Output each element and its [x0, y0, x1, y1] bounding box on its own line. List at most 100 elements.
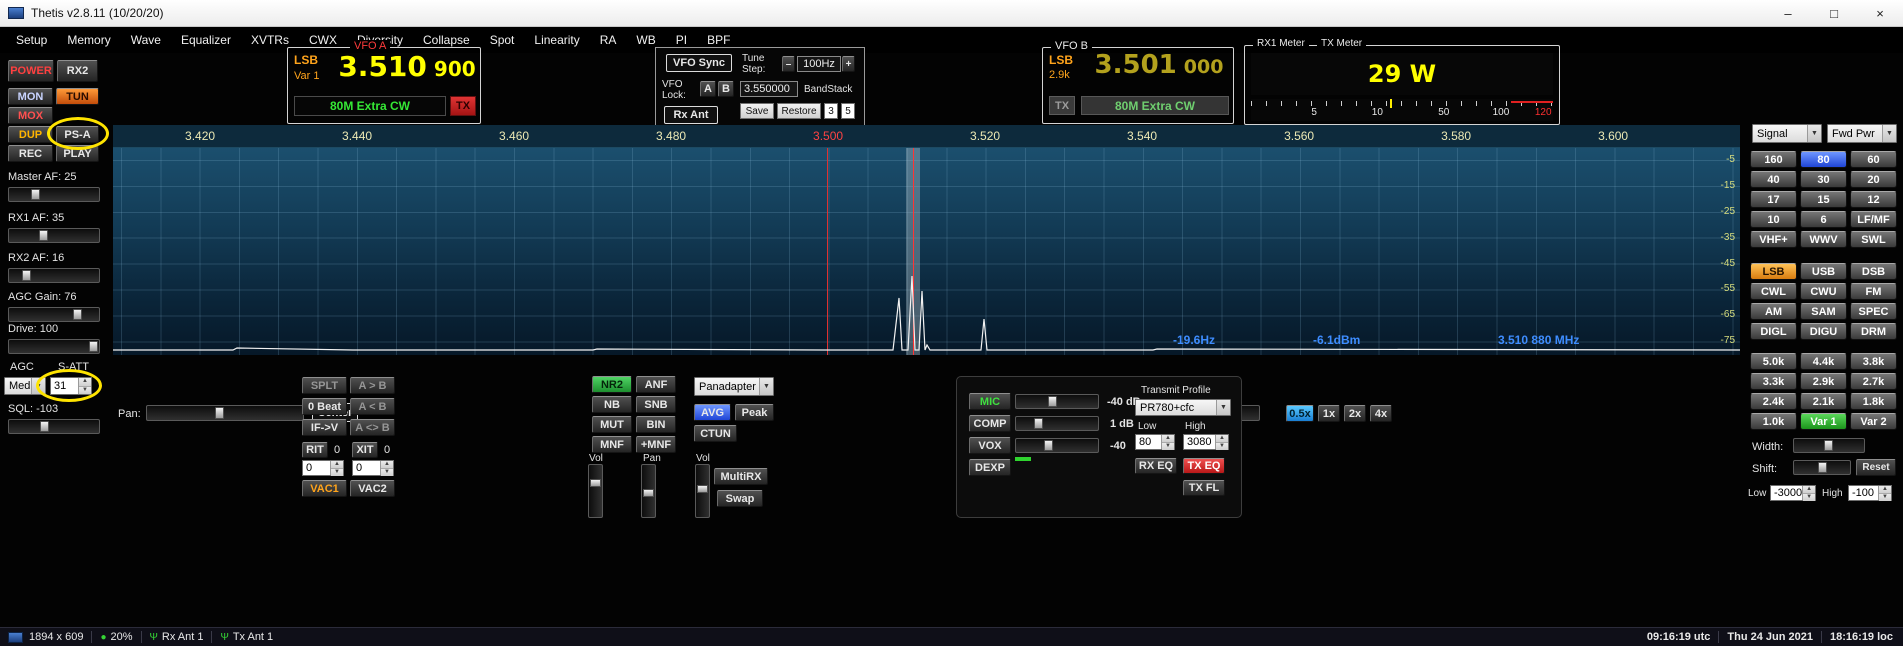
play-button[interactable]: PLAY — [56, 145, 99, 162]
rx-meter-dropdown[interactable]: Signal ▼ — [1752, 124, 1822, 143]
vfo-b-frequency[interactable]: 3.501 000 — [1089, 50, 1229, 92]
spin-up-icon[interactable]: ▲ — [1879, 486, 1891, 494]
bandstack-save-button[interactable]: Save — [740, 103, 774, 119]
band-12-button[interactable]: 12 — [1850, 191, 1897, 208]
zoom-4x-button[interactable]: 4x — [1370, 405, 1392, 422]
mode-am-button[interactable]: AM — [1750, 303, 1797, 320]
menu-setup[interactable]: Setup — [6, 27, 57, 53]
spin-up-icon[interactable]: ▲ — [1162, 435, 1174, 443]
a-to-b-button[interactable]: A > B — [350, 377, 395, 394]
dexp-button[interactable]: DEXP — [969, 459, 1011, 476]
power-button[interactable]: POWER — [8, 60, 54, 82]
panadapter-display[interactable]: -5 -15 -25 -35 -45 -55 -65 -75 -19.6Hz -… — [113, 148, 1740, 355]
close-button[interactable]: × — [1857, 0, 1903, 26]
bandstack-restore-button[interactable]: Restore — [777, 103, 821, 119]
mnf-button[interactable]: MNF — [592, 436, 632, 453]
a-swap-b-button[interactable]: A <> B — [350, 419, 395, 436]
band-15-button[interactable]: 15 — [1800, 191, 1847, 208]
spin-down-icon[interactable]: ▼ — [1803, 494, 1815, 501]
multirx-button[interactable]: MultiRX — [714, 468, 768, 485]
mode-drm-button[interactable]: DRM — [1850, 323, 1897, 340]
zoom-05x-button[interactable]: 0.5x — [1286, 405, 1314, 422]
band-swl-button[interactable]: SWL — [1850, 231, 1897, 248]
rx2-button[interactable]: RX2 — [57, 60, 98, 82]
menu-wave[interactable]: Wave — [121, 27, 171, 53]
audio-pan-slider[interactable] — [641, 464, 656, 518]
filter-33k-button[interactable]: 3.3k — [1750, 373, 1797, 390]
zoom-2x-button[interactable]: 2x — [1344, 405, 1366, 422]
rx2-af-slider[interactable] — [8, 268, 100, 283]
vac2-button[interactable]: VAC2 — [350, 480, 395, 497]
vfo-lock-a-button[interactable]: A — [700, 81, 716, 97]
band-17-button[interactable]: 17 — [1750, 191, 1797, 208]
rx-antenna-readout[interactable]: Rx Ant 1 — [162, 631, 204, 643]
mic-slider[interactable] — [1015, 394, 1099, 409]
vol2-slider[interactable] — [695, 464, 710, 518]
tune-step-plus-button[interactable]: + — [842, 56, 855, 72]
filter-24k-button[interactable]: 2.4k — [1750, 393, 1797, 410]
mode-usb-button[interactable]: USB — [1800, 263, 1847, 280]
psa-button[interactable]: PS-A — [56, 126, 99, 143]
tune-step-minus-button[interactable]: – — [782, 56, 795, 72]
vox-button[interactable]: VOX — [969, 437, 1011, 454]
vox-slider[interactable] — [1015, 438, 1099, 453]
shift-reset-button[interactable]: Reset — [1856, 459, 1896, 476]
plus-mnf-button[interactable]: +MNF — [636, 436, 676, 453]
vfo-a-tx-indicator[interactable]: TX — [450, 96, 476, 116]
spin-up-icon[interactable]: ▲ — [79, 378, 91, 387]
vac1-button[interactable]: VAC1 — [302, 480, 347, 497]
zoom-1x-button[interactable]: 1x — [1318, 405, 1340, 422]
bin-button[interactable]: BIN — [636, 416, 676, 433]
master-af-slider-thumb[interactable] — [31, 189, 40, 200]
mode-spec-button[interactable]: SPEC — [1850, 303, 1897, 320]
xit-spinner[interactable]: 0 ▲ ▼ — [352, 460, 394, 476]
vox-slider-thumb[interactable] — [1044, 440, 1053, 451]
nb-button[interactable]: NB — [592, 396, 632, 413]
tx-fl-button[interactable]: TX FL — [1183, 480, 1225, 496]
pan-slider-thumb[interactable] — [215, 407, 224, 419]
filter-high-spinner[interactable]: -100 ▲ ▼ — [1848, 485, 1892, 501]
filter-1k-button[interactable]: 1.0k — [1750, 413, 1797, 430]
filter-low-arrows[interactable]: ▲ ▼ — [1802, 486, 1815, 501]
filter-5k-button[interactable]: 5.0k — [1750, 353, 1797, 370]
xit-button[interactable]: XIT — [352, 442, 378, 458]
tx-low-spinner[interactable]: 80 ▲ ▼ — [1135, 434, 1175, 450]
rx1-af-slider[interactable] — [8, 228, 100, 243]
band-lfmf-button[interactable]: LF/MF — [1850, 211, 1897, 228]
mon-button[interactable]: MON — [8, 88, 53, 105]
anf-button[interactable]: ANF — [636, 376, 676, 393]
filter-low-spinner[interactable]: -3000 ▲ ▼ — [1770, 485, 1816, 501]
avg-button[interactable]: AVG — [694, 404, 731, 421]
drive-slider[interactable] — [8, 339, 100, 354]
filter-var1-button[interactable]: Var 1 — [1800, 413, 1847, 430]
width-slider[interactable] — [1793, 438, 1865, 453]
band-160-button[interactable]: 160 — [1750, 151, 1797, 168]
rec-button[interactable]: REC — [8, 145, 53, 162]
master-af-slider[interactable] — [8, 187, 100, 202]
spin-down-icon[interactable]: ▼ — [331, 469, 343, 476]
band-10-button[interactable]: 10 — [1750, 211, 1797, 228]
band-6-button[interactable]: 6 — [1800, 211, 1847, 228]
mic-button[interactable]: MIC — [969, 393, 1011, 410]
zero-beat-button[interactable]: 0 Beat — [302, 398, 347, 415]
sql-slider[interactable] — [8, 419, 100, 434]
maximize-button[interactable]: □ — [1811, 0, 1857, 26]
display-mode-dropdown[interactable]: Panadapter ▼ — [694, 377, 774, 396]
tx-low-arrows[interactable]: ▲ ▼ — [1161, 435, 1174, 450]
peak-button[interactable]: Peak — [735, 404, 774, 421]
spin-up-icon[interactable]: ▲ — [331, 461, 343, 469]
rit-button[interactable]: RIT — [302, 442, 328, 458]
menu-equalizer[interactable]: Equalizer — [171, 27, 241, 53]
swap-button[interactable]: Swap — [717, 490, 763, 507]
satt-spinner[interactable]: 31 ▲ ▼ — [50, 377, 92, 395]
mode-digu-button[interactable]: DIGU — [1800, 323, 1847, 340]
band-80-button[interactable]: 80 — [1800, 151, 1847, 168]
filter-21k-button[interactable]: 2.1k — [1800, 393, 1847, 410]
spin-up-icon[interactable]: ▲ — [1803, 486, 1815, 494]
vol1-slider-thumb[interactable] — [590, 479, 601, 487]
spin-down-icon[interactable]: ▼ — [79, 386, 91, 394]
vfo-lock-b-button[interactable]: B — [718, 81, 734, 97]
spin-up-icon[interactable]: ▲ — [1216, 435, 1228, 443]
menu-memory[interactable]: Memory — [57, 27, 120, 53]
mode-fm-button[interactable]: FM — [1850, 283, 1897, 300]
